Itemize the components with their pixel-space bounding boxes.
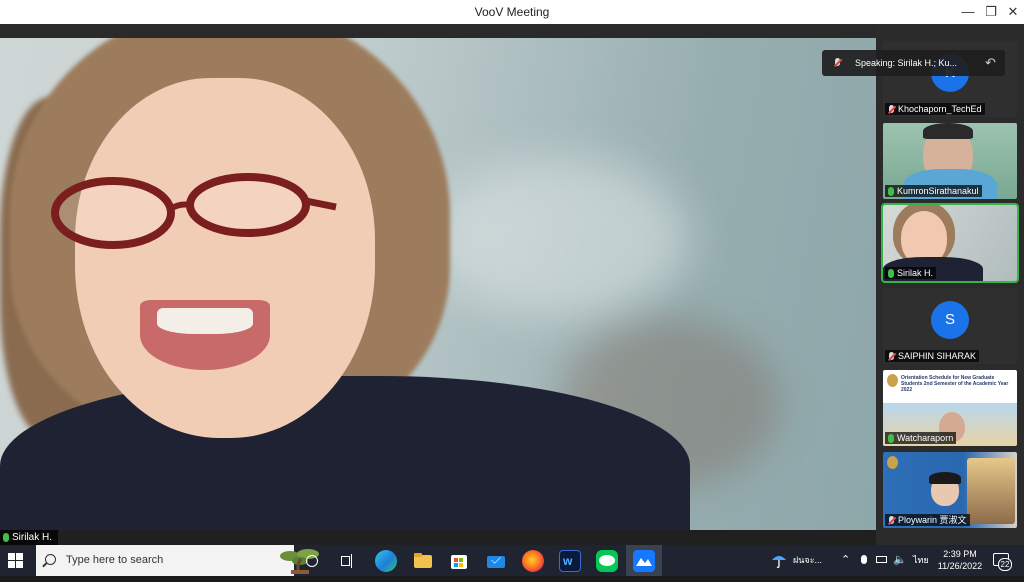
mic-icon bbox=[888, 268, 894, 278]
voov-meeting-icon[interactable] bbox=[633, 550, 655, 572]
university-logo bbox=[887, 374, 898, 387]
participant-name: Sirilak H. bbox=[897, 268, 934, 278]
speaker-glasses bbox=[51, 173, 337, 249]
speaking-mic-icon bbox=[834, 58, 841, 67]
mic-muted-icon bbox=[888, 104, 895, 114]
language-indicator[interactable]: ไทย bbox=[913, 545, 929, 576]
clock-time: 2:39 PM bbox=[943, 549, 977, 559]
participant-name: Ploywarin 贾淑文 bbox=[898, 515, 967, 525]
search-placeholder: Type here to search bbox=[66, 554, 164, 566]
main-speaker-video[interactable] bbox=[0, 38, 876, 530]
speaker-shirt bbox=[0, 376, 690, 530]
edge-browser-icon[interactable] bbox=[375, 550, 397, 572]
background-blur bbox=[430, 158, 690, 318]
shared-slide-title: Orientation Schedule for New Graduate St… bbox=[901, 375, 1009, 393]
microphone-tray-icon[interactable] bbox=[860, 545, 868, 576]
participant-tile[interactable]: KumronSirathanakul bbox=[883, 123, 1017, 199]
line-app-icon[interactable] bbox=[596, 550, 618, 572]
participant-tile[interactable]: Orientation Schedule for New Graduate St… bbox=[883, 370, 1017, 446]
weather-rain-icon[interactable] bbox=[770, 545, 790, 576]
participant-name: Khochaporn_TechEd bbox=[898, 104, 982, 114]
mic-icon bbox=[888, 186, 894, 196]
participant-tile[interactable]: S SAIPHIN SIHARAK bbox=[883, 288, 1017, 364]
video-top-strip bbox=[0, 24, 876, 38]
participant-label: Watcharaporn bbox=[885, 432, 957, 444]
participant-tile[interactable]: Ploywarin 贾淑文 bbox=[883, 452, 1017, 528]
taskbar-clock[interactable]: 2:39 PM 11/26/2022 bbox=[932, 548, 988, 572]
participant-name: KumronSirathanakul bbox=[897, 186, 979, 196]
mail-icon[interactable] bbox=[485, 550, 507, 572]
volume-icon[interactable]: 🔈 bbox=[893, 545, 907, 576]
window-title: VooV Meeting bbox=[474, 5, 550, 19]
participant-tile-active[interactable]: Sirilak H. bbox=[881, 203, 1019, 283]
participant-label: KumronSirathanakul bbox=[885, 185, 982, 197]
mic-icon bbox=[888, 433, 894, 443]
clock-date: 11/26/2022 bbox=[937, 561, 983, 571]
mic-icon bbox=[3, 533, 9, 542]
reply-arrow-icon[interactable]: ↶ bbox=[985, 50, 996, 76]
participant-hair bbox=[923, 123, 973, 139]
windows-start-icon[interactable] bbox=[8, 553, 23, 568]
webex-icon[interactable]: w bbox=[559, 550, 581, 572]
participant-name: SAIPHIN SIHARAK bbox=[898, 351, 977, 361]
mic-muted-icon bbox=[888, 351, 895, 361]
avatar: S bbox=[931, 301, 969, 339]
windows-taskbar: Type here to search w ฝนจะ... ⌃ 🔈 ไทย 2:… bbox=[0, 545, 1024, 576]
participant-label: SAIPHIN SIHARAK bbox=[885, 350, 980, 362]
firefox-icon[interactable] bbox=[522, 550, 544, 572]
speaker-teeth bbox=[157, 308, 253, 334]
cortana-icon[interactable] bbox=[301, 550, 323, 572]
participant-hair bbox=[929, 472, 961, 484]
participant-label: Ploywarin 贾淑文 bbox=[885, 514, 970, 526]
microsoft-store-icon[interactable] bbox=[448, 550, 470, 572]
weather-text[interactable]: ฝนจะ... bbox=[793, 545, 822, 576]
voov-meeting-window: VooV Meeting — ❐ ✕ Sirilak H. K Khochap bbox=[0, 0, 1024, 545]
speaking-indicator-toast: Speaking: Sirilak H.; Ku... ↶ bbox=[822, 50, 1005, 76]
notification-count-badge: 22 bbox=[998, 558, 1012, 571]
search-icon bbox=[45, 554, 56, 565]
battery-icon[interactable] bbox=[876, 545, 888, 576]
main-speaker-name: Sirilak H. bbox=[12, 532, 53, 543]
participant-label: Sirilak H. bbox=[885, 267, 937, 279]
minimize-icon[interactable]: — bbox=[957, 3, 979, 21]
university-logo bbox=[887, 456, 898, 469]
taskbar-search-box[interactable]: Type here to search bbox=[36, 545, 319, 576]
participant-name: Watcharaporn bbox=[897, 433, 954, 443]
chevron-up-icon[interactable]: ⌃ bbox=[841, 545, 850, 576]
speaker-face bbox=[75, 78, 375, 438]
participant-label: Khochaporn_TechEd bbox=[885, 103, 985, 115]
temple-image bbox=[967, 458, 1015, 524]
restore-icon[interactable]: ❐ bbox=[980, 3, 1002, 21]
file-explorer-icon[interactable] bbox=[412, 550, 434, 572]
title-bar[interactable]: VooV Meeting — ❐ ✕ bbox=[0, 0, 1024, 24]
close-icon[interactable]: ✕ bbox=[1002, 3, 1024, 21]
speaking-text: Speaking: Sirilak H.; Ku... bbox=[855, 58, 958, 68]
main-speaker-label: Sirilak H. bbox=[0, 530, 59, 545]
task-view-icon[interactable] bbox=[337, 550, 359, 572]
mic-muted-icon bbox=[888, 515, 895, 525]
